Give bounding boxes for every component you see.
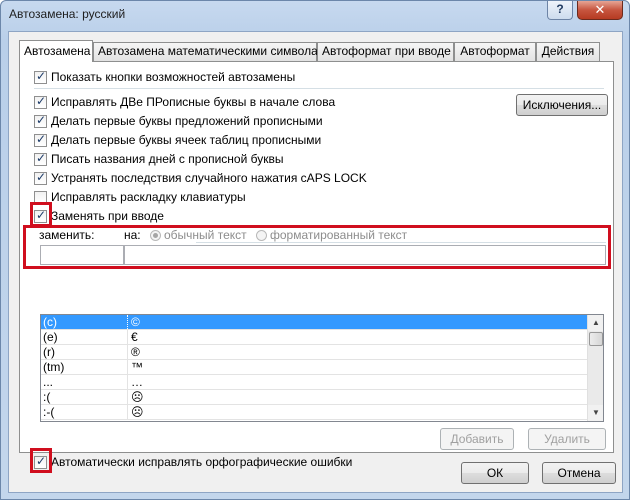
exceptions-button[interactable]: Исключения... bbox=[516, 94, 608, 116]
capitalize-days-label: Писать названия дней с прописной буквы bbox=[51, 152, 284, 166]
ok-button[interactable]: ОК bbox=[461, 462, 529, 484]
tab-autoformat[interactable]: Автоформат bbox=[454, 42, 536, 61]
scroll-thumb[interactable] bbox=[589, 332, 603, 346]
highlight-replace-fields bbox=[23, 225, 611, 269]
capitalize-sentences-checkbox[interactable] bbox=[34, 113, 47, 128]
list-item[interactable]: :-(☹ bbox=[41, 405, 589, 420]
fix-caps-lock-label: Устранять последствия случайного нажатия… bbox=[51, 171, 367, 185]
separator bbox=[34, 88, 604, 89]
fix-two-caps-label: Исправлять ДВе ПРописные буквы в начале … bbox=[51, 95, 336, 109]
capitalize-sentences-option[interactable]: Делать первые буквы предложений прописны… bbox=[34, 113, 323, 129]
tab-actions[interactable]: Действия bbox=[536, 42, 600, 61]
replacement-list[interactable]: (c) © (e) € (r) ® (tm) ™ ...… :(☹ :-(☹… bbox=[40, 314, 604, 422]
delete-button[interactable]: Удалить bbox=[528, 428, 606, 450]
list-item[interactable]: :(☹ bbox=[41, 390, 589, 405]
show-buttons-label: Показать кнопки возможностей автозамены bbox=[51, 70, 296, 84]
capitalize-days-option[interactable]: Писать названия дней с прописной буквы bbox=[34, 151, 283, 167]
highlight-replace-checkbox bbox=[30, 202, 52, 227]
fix-two-caps-checkbox[interactable] bbox=[34, 94, 47, 109]
show-buttons-checkbox[interactable] bbox=[34, 69, 47, 84]
capitalize-sentences-label: Делать первые буквы предложений прописны… bbox=[51, 114, 323, 128]
autocorrect-dialog: Автозамена: русский ? ✕ Автозамена Автоз… bbox=[0, 0, 630, 500]
autocorrect-panel: Показать кнопки возможностей автозамены … bbox=[19, 61, 614, 473]
close-button[interactable]: ✕ bbox=[577, 1, 623, 20]
auto-spelling-option[interactable]: Автоматически исправлять орфографические… bbox=[34, 454, 352, 470]
replace-as-type-option[interactable]: Заменять при вводе bbox=[34, 208, 164, 224]
list-item[interactable]: (e) € bbox=[41, 330, 589, 345]
highlight-spelling-checkbox bbox=[30, 448, 52, 473]
fix-keyboard-layout-option[interactable]: Исправлять раскладку клавиатуры bbox=[34, 189, 246, 205]
tab-autoformat-as-you-type[interactable]: Автоформат при вводе bbox=[317, 42, 454, 61]
capitalize-table-cells-checkbox[interactable] bbox=[34, 132, 47, 147]
window-title: Автозамена: русский bbox=[9, 7, 126, 21]
fix-two-caps-option[interactable]: Исправлять ДВе ПРописные буквы в начале … bbox=[34, 94, 335, 110]
fix-caps-lock-checkbox[interactable] bbox=[34, 170, 47, 185]
dialog-client-area: Автозамена Автозамена математическими си… bbox=[8, 31, 623, 493]
replace-as-type-label: Заменять при вводе bbox=[51, 209, 164, 223]
fix-keyboard-layout-label: Исправлять раскладку клавиатуры bbox=[51, 190, 246, 204]
list-item[interactable]: (r) ® bbox=[41, 345, 589, 360]
capitalize-table-cells-label: Делать первые буквы ячеек таблиц прописн… bbox=[51, 133, 322, 147]
capitalize-table-cells-option[interactable]: Делать первые буквы ячеек таблиц прописн… bbox=[34, 132, 321, 148]
scroll-up-icon[interactable]: ▲ bbox=[588, 315, 603, 331]
auto-spelling-label: Автоматически исправлять орфографические… bbox=[51, 455, 353, 469]
tab-math-autocorrect[interactable]: Автозамена математическими символами bbox=[93, 42, 333, 61]
list-item[interactable]: (tm) ™ bbox=[41, 360, 589, 375]
tab-autocorrect[interactable]: Автозамена bbox=[19, 40, 93, 62]
help-button[interactable]: ? bbox=[547, 1, 573, 20]
fix-caps-lock-option[interactable]: Устранять последствия случайного нажатия… bbox=[34, 170, 367, 186]
capitalize-days-checkbox[interactable] bbox=[34, 151, 47, 166]
show-buttons-option[interactable]: Показать кнопки возможностей автозамены bbox=[34, 69, 295, 85]
scroll-down-icon[interactable]: ▼ bbox=[588, 405, 603, 421]
list-item[interactable]: ...… bbox=[41, 375, 589, 390]
list-scrollbar[interactable]: ▲ ▼ bbox=[587, 315, 603, 421]
add-button[interactable]: Добавить bbox=[440, 428, 514, 450]
list-item[interactable]: (c) © bbox=[41, 315, 589, 330]
cancel-button[interactable]: Отмена bbox=[542, 462, 616, 484]
